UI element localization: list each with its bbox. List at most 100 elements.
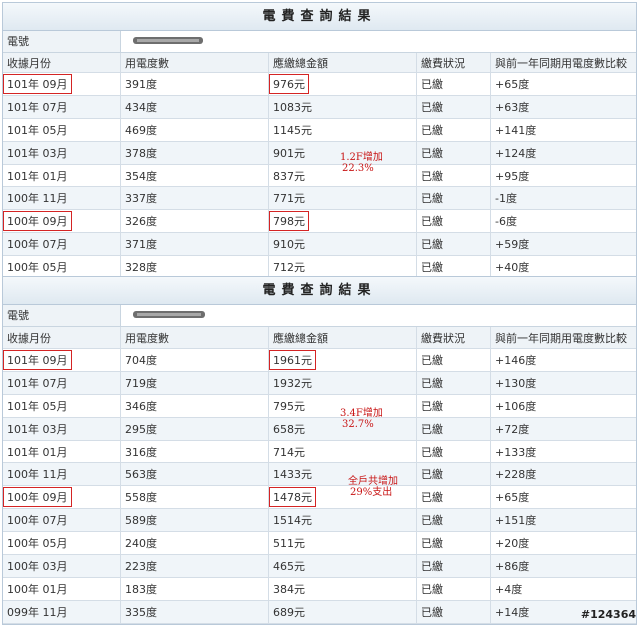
redaction-mark — [133, 311, 205, 318]
cell-text: 101年 05月 — [7, 123, 68, 137]
cell-text: 511元 — [273, 537, 305, 551]
month-cell: 099年 11月 — [3, 600, 121, 623]
month-cell: 100年 01月 — [3, 577, 121, 600]
usage-cell: 378度 — [121, 141, 269, 164]
column-header: 繳費狀況 — [417, 327, 491, 348]
cell-text: 101年 03月 — [7, 422, 68, 436]
comparison-cell: +95度 — [491, 165, 636, 187]
month-cell: 100年 05月 — [3, 532, 121, 555]
cell-text: 已繳 — [421, 537, 443, 551]
comparison-cell: +151度 — [491, 509, 636, 531]
cell-text: 已繳 — [421, 238, 443, 252]
cell-text: 465元 — [273, 559, 305, 573]
cell-text: 183度 — [125, 582, 157, 596]
cell-text: 100年 05月 — [7, 261, 68, 275]
cell-text: 101年 07月 — [7, 100, 68, 114]
cell-text: 099年 11月 — [7, 605, 68, 619]
table-row: 100年 07月 589度 1514元 已繳 +151度 — [3, 509, 636, 533]
amount-cell: 384元 — [269, 577, 417, 600]
usage-cell: 391度 — [121, 73, 269, 95]
status-cell: 已繳 — [417, 417, 491, 440]
table-header-row: 收據月份 用電度數 應繳總金額 繳費狀況 與前一年同期用電度數比較 — [3, 327, 636, 349]
cell-text: 589度 — [125, 514, 157, 528]
meter-value-redacted — [121, 31, 636, 52]
meter-value-redacted — [121, 305, 636, 326]
month-cell: 100年 11月 — [3, 463, 121, 486]
cell-text: 371度 — [125, 238, 157, 252]
usage-cell: 240度 — [121, 532, 269, 555]
highlighted-cell-text: 100年 09月 — [3, 211, 72, 232]
usage-cell: 295度 — [121, 417, 269, 440]
cell-text: 已繳 — [421, 353, 443, 367]
usage-cell: 316度 — [121, 440, 269, 463]
usage-cell: 469度 — [121, 118, 269, 141]
status-cell: 已繳 — [417, 577, 491, 600]
cell-text: 901元 — [273, 146, 305, 160]
status-cell: 已繳 — [417, 371, 491, 394]
month-cell: 101年 09月 — [3, 73, 121, 95]
cell-text: 563度 — [125, 468, 157, 482]
cell-text: 已繳 — [421, 77, 443, 91]
comparison-cell: +133度 — [491, 441, 636, 463]
amount-cell: 689元 — [269, 600, 417, 623]
status-cell: 已繳 — [417, 394, 491, 417]
cell-text: 100年 11月 — [7, 192, 68, 206]
cell-text: 240度 — [125, 537, 157, 551]
status-cell: 已繳 — [417, 95, 491, 118]
cell-text: -6度 — [495, 215, 517, 229]
column-header: 與前一年同期用電度數比較 — [495, 331, 627, 345]
cell-text: 469度 — [125, 123, 157, 137]
cell-text: +65度 — [495, 77, 530, 91]
comparison-cell: +124度 — [491, 142, 636, 164]
usage-cell: 719度 — [121, 371, 269, 394]
table-row: 100年 03月 223度 465元 已繳 +86度 — [3, 555, 636, 578]
watermark: #124364 — [580, 608, 636, 621]
table-row: 101年 01月 316度 714元 已繳 +133度 — [3, 440, 636, 464]
amount-cell: 1514元 — [269, 509, 417, 532]
highlighted-cell-text: 798元 — [269, 211, 309, 232]
cell-text: 100年 05月 — [7, 537, 68, 551]
table-row: 101年 09月 391度 976元 已繳 +65度 — [3, 73, 636, 96]
status-cell: 已繳 — [417, 73, 491, 95]
table-row: 101年 09月 704度 1961元 已繳 +146度 — [3, 349, 636, 372]
table-row: 099年 11月 335度 689元 已繳 +14度 — [3, 600, 636, 624]
cell-text: 1932元 — [273, 376, 312, 390]
highlighted-cell-text: 101年 09月 — [3, 349, 72, 370]
cell-text: 223度 — [125, 559, 157, 573]
cell-text: +124度 — [495, 146, 537, 160]
usage-cell: 589度 — [121, 509, 269, 532]
cell-text: +4度 — [495, 582, 523, 596]
annotation-line: 29%支出 — [350, 487, 393, 498]
cell-text: 100年 07月 — [7, 514, 68, 528]
column-header: 收據月份 — [3, 53, 121, 72]
table-row: 101年 07月 719度 1932元 已繳 +130度 — [3, 371, 636, 395]
cell-text: +59度 — [495, 238, 530, 252]
annotation-line: 3.4F增加 — [340, 408, 383, 419]
table-row: 101年 01月 354度 837元 已繳 +95度 — [3, 164, 636, 188]
cell-text: +65度 — [495, 491, 530, 505]
annotation-1f-increase: 1.2F增加 22.3% — [340, 152, 383, 174]
month-cell: 100年 03月 — [3, 555, 121, 577]
month-cell: 101年 05月 — [3, 118, 121, 141]
redaction-mark — [133, 37, 203, 44]
usage-cell: 354度 — [121, 164, 269, 187]
table-row: 101年 05月 346度 795元 已繳 +106度 — [3, 394, 636, 418]
comparison-cell: +228度 — [491, 463, 636, 485]
highlighted-cell-text: 101年 09月 — [3, 73, 72, 94]
status-cell: 已繳 — [417, 486, 491, 509]
cell-text: 已繳 — [421, 468, 443, 482]
comparison-cell: +106度 — [491, 395, 636, 417]
cell-text: 100年 03月 — [7, 559, 68, 573]
usage-cell: 335度 — [121, 600, 269, 623]
usage-cell: 326度 — [121, 210, 269, 233]
section-title: 電費查詢結果 — [3, 3, 636, 31]
column-header: 用電度數 — [121, 327, 269, 348]
amount-cell: 976元 — [269, 73, 417, 95]
annotation-line: 1.2F增加 — [340, 152, 383, 163]
cell-text: 1145元 — [273, 123, 312, 137]
cell-text: 已繳 — [421, 169, 443, 183]
month-cell: 100年 09月 — [3, 486, 121, 509]
cell-text: 328度 — [125, 261, 157, 275]
amount-cell: 1961元 — [269, 349, 417, 371]
cell-text: 已繳 — [421, 146, 443, 160]
